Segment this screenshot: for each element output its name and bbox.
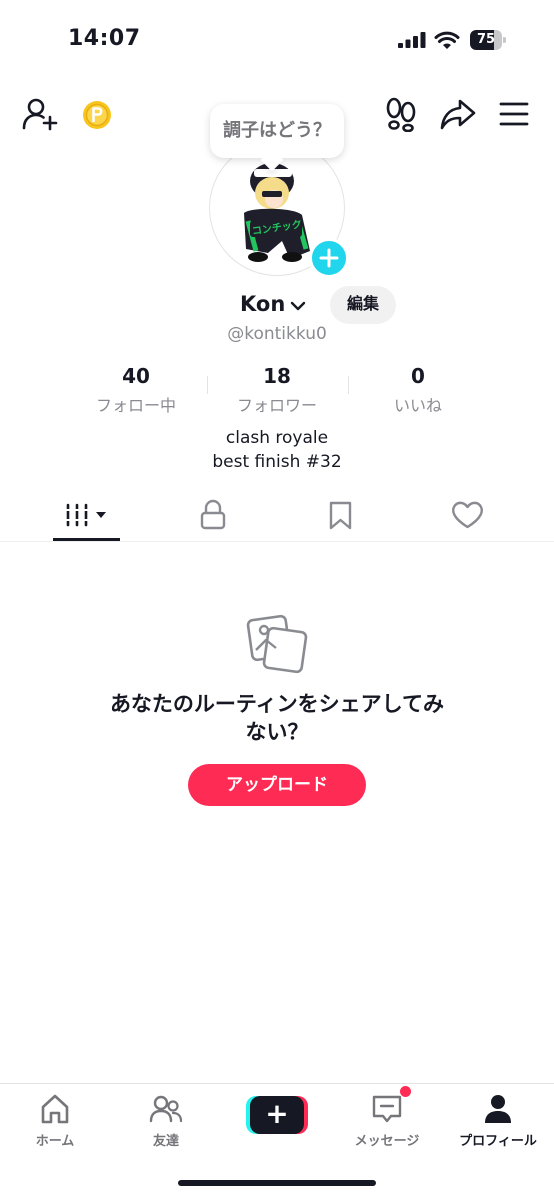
wifi-icon [434, 31, 460, 49]
stat-following-value: 40 [122, 364, 150, 388]
signal-icon [398, 32, 426, 48]
menu-icon[interactable] [498, 100, 530, 128]
empty-state-title: あなたのルーティンをシェアしてみない？ [109, 692, 445, 744]
bio-line: clash royale [225, 428, 329, 448]
nav-friends[interactable]: 友達 [111, 1092, 221, 1152]
status-time: 14:07 [68, 26, 141, 51]
stat-followers[interactable]: 18 フォロワー [212, 364, 342, 416]
create-button[interactable]: + [246, 1096, 308, 1134]
profile-icon [485, 1095, 511, 1123]
tab-saved[interactable] [307, 488, 374, 542]
nav-friends-label: 友達 [152, 1134, 179, 1149]
coin-icon[interactable] [82, 100, 112, 130]
battery-icon: 75 [470, 30, 506, 50]
name-row: Kon 編集 [0, 286, 554, 326]
stat-followers-value: 18 [263, 364, 291, 388]
nav-home-label: ホーム [35, 1134, 75, 1149]
nav-profile[interactable]: プロフィール [443, 1092, 553, 1152]
home-icon [41, 1094, 69, 1124]
tab-liked[interactable] [434, 488, 501, 542]
friends-icon [149, 1095, 183, 1123]
plus-icon [319, 248, 339, 268]
add-friend-icon[interactable] [22, 96, 58, 132]
nav-profile-label: プロフィール [459, 1134, 537, 1149]
status-bar: 14:07 75 [0, 0, 554, 80]
lock-icon [200, 499, 226, 530]
stat-divider [348, 376, 349, 394]
nav-inbox[interactable]: メッセージ [332, 1092, 442, 1152]
content-tabs [0, 488, 554, 542]
add-avatar-button[interactable] [309, 238, 349, 278]
edit-profile-button[interactable]: 編集 [330, 286, 396, 324]
notification-badge [400, 1086, 411, 1097]
grid-icon [63, 503, 106, 527]
stat-likes[interactable]: 0 いいね [353, 364, 483, 416]
chevron-down-icon[interactable] [290, 300, 306, 312]
nav-inbox-label: メッセージ [354, 1134, 420, 1149]
tab-private[interactable] [180, 488, 247, 542]
footprint-icon[interactable] [384, 96, 418, 132]
share-icon[interactable] [440, 98, 476, 130]
upload-button[interactable]: アップロード [188, 764, 366, 806]
stat-following-label: フォロー中 [95, 396, 176, 415]
bio-line: best finish #32 [212, 452, 342, 472]
active-tab-indicator [53, 538, 120, 541]
inbox-icon [372, 1095, 402, 1123]
tab-videos[interactable] [53, 488, 120, 542]
stat-likes-value: 0 [411, 364, 425, 388]
photo-icon [246, 614, 308, 674]
create-icon: + [265, 1097, 289, 1130]
stat-divider [207, 376, 208, 394]
heart-icon [452, 501, 483, 529]
nav-home[interactable]: ホーム [0, 1092, 110, 1152]
home-indicator [178, 1180, 376, 1186]
bookmark-icon [329, 501, 352, 530]
bio: clash royale best finish #32 [0, 426, 554, 474]
status-bubble-text: 調子はどう？ [223, 120, 331, 141]
user-handle: @kontikku0 [227, 324, 327, 344]
stat-likes-label: いいね [393, 396, 442, 415]
username[interactable]: Kon [240, 292, 285, 316]
stat-following[interactable]: 40 フォロー中 [71, 364, 201, 416]
stat-followers-label: フォロワー [236, 396, 317, 415]
battery-level: 75 [476, 32, 496, 47]
